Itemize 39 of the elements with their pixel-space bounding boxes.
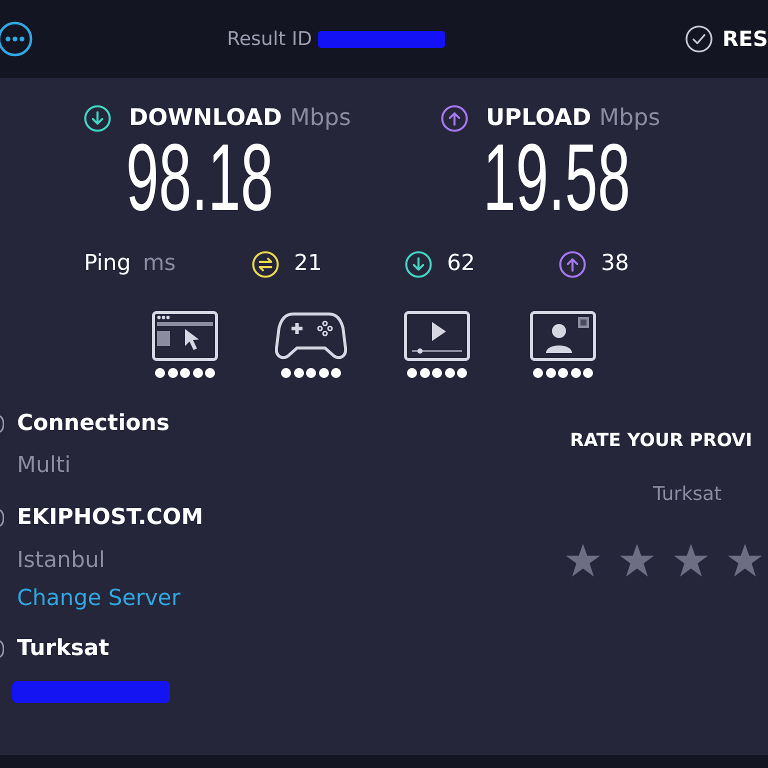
speed-value: 98.18 xyxy=(126,131,274,226)
star-icon[interactable] xyxy=(727,543,763,578)
ping-unit: ms xyxy=(142,253,176,275)
speed-value: 19.58 xyxy=(483,131,630,226)
speed-unit: Mbps xyxy=(599,106,660,130)
star-icon[interactable] xyxy=(565,543,601,578)
ping-value: 62 xyxy=(447,253,475,275)
cut-off-icon xyxy=(0,640,4,658)
rate-provider-heading: RATE YOUR PROVI xyxy=(570,429,752,453)
arrow-down-circle-icon xyxy=(84,104,111,132)
arrow-up-circle-icon xyxy=(441,104,468,132)
check-circle-icon xyxy=(685,25,714,53)
arrow-up-circle-icon xyxy=(559,250,586,278)
cut-off-icon xyxy=(0,414,4,432)
result-id-label: Result ID xyxy=(227,26,312,52)
speed-unit: Mbps xyxy=(290,106,351,130)
gamepad-icon xyxy=(275,311,347,361)
swap-arrows-circle-icon xyxy=(252,250,279,278)
more-menu-icon[interactable] xyxy=(0,21,33,57)
change-server-link[interactable]: Change Server xyxy=(17,582,180,615)
arrow-down-circle-icon xyxy=(405,250,432,278)
results-button[interactable]: RES xyxy=(722,28,768,50)
browser-cursor-icon xyxy=(152,311,218,361)
video-call-screen-icon xyxy=(530,311,596,361)
ping-label: Ping xyxy=(84,253,131,275)
ping-value: 38 xyxy=(601,253,629,275)
video-player-icon xyxy=(404,311,470,361)
speed-label: DOWNLOAD xyxy=(129,106,282,130)
star-icon[interactable] xyxy=(673,543,709,578)
speed-label: UPLOAD xyxy=(486,106,592,130)
server-location: Istanbul xyxy=(17,547,106,575)
connections-value: Multi xyxy=(17,452,71,480)
connections-title: Connections xyxy=(17,410,170,438)
rating-provider-name: Turksat xyxy=(653,482,722,507)
cut-off-icon xyxy=(0,508,4,526)
ping-value: 21 xyxy=(294,253,322,275)
star-icon[interactable] xyxy=(619,543,655,578)
server-name: EKIPHOST.COM xyxy=(17,504,204,532)
provider-name: Turksat xyxy=(17,635,110,663)
